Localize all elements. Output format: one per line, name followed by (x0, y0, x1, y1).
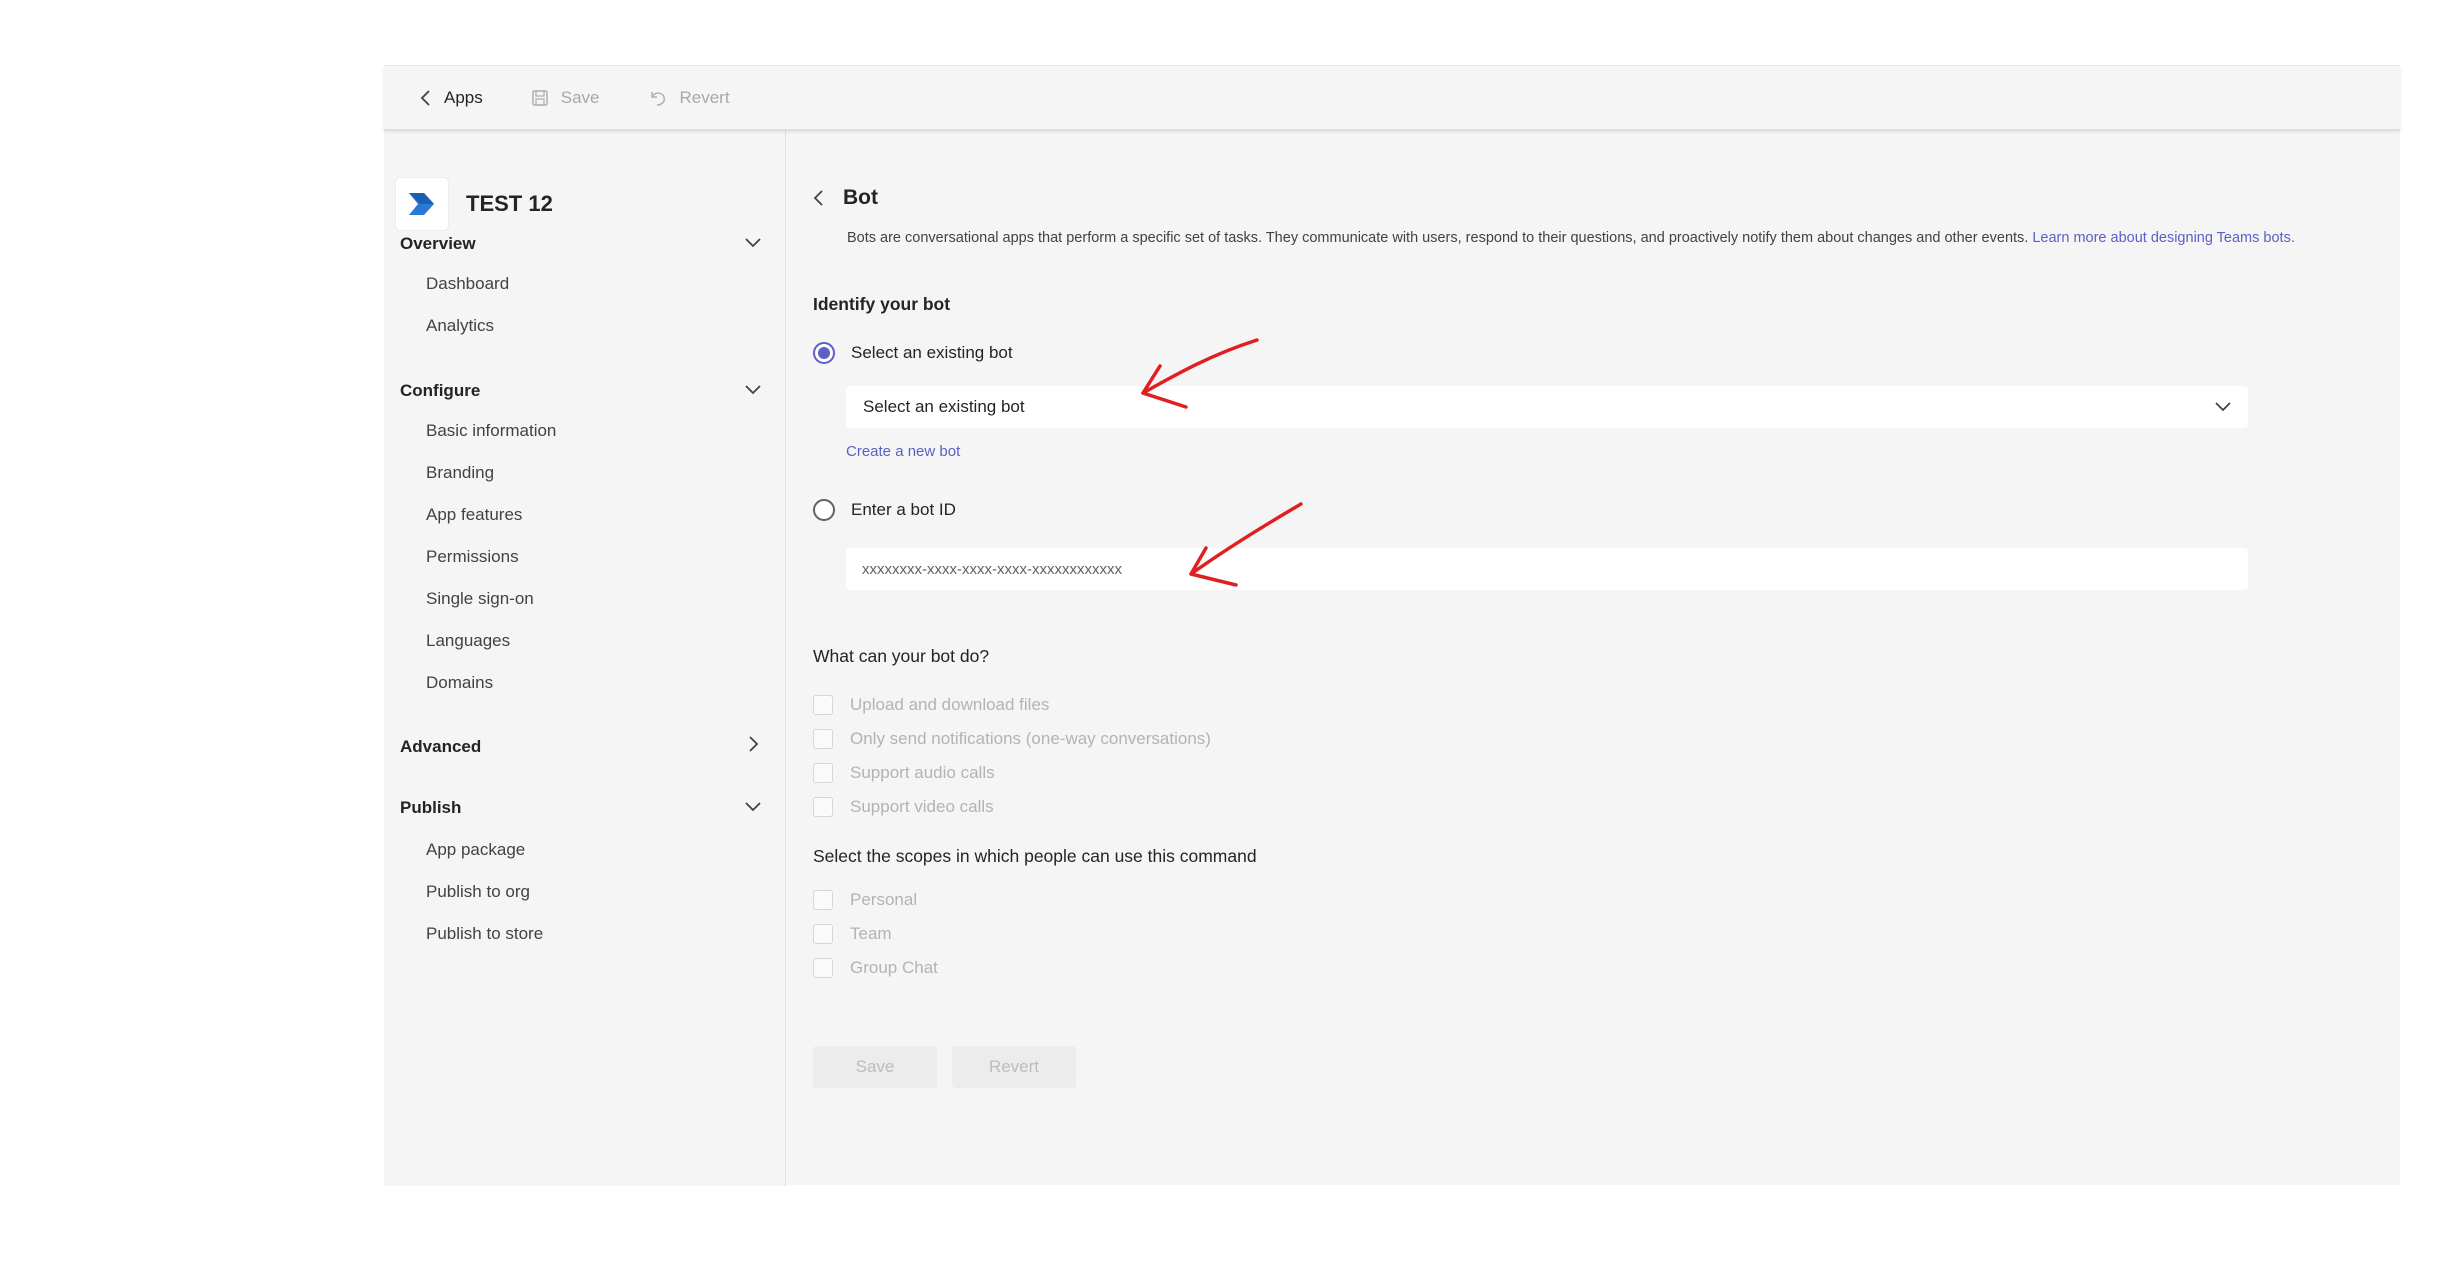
checkbox[interactable] (813, 695, 833, 715)
nav-section-overview[interactable]: Overview (400, 234, 762, 254)
nav-item-languages[interactable]: Languages (426, 631, 510, 651)
chevron-down-icon (2214, 401, 2232, 413)
nav-item-single-sign-on[interactable]: Single sign-on (426, 589, 534, 609)
back-to-apps-button[interactable]: Apps (420, 88, 483, 108)
scope-personal[interactable]: Personal (813, 890, 917, 910)
toolbar-revert-button[interactable]: Revert (648, 88, 730, 108)
radio-button-unchecked[interactable] (813, 499, 835, 521)
nav-section-label: Overview (400, 234, 476, 253)
capability-notifications-only[interactable]: Only send notifications (one-way convers… (813, 729, 1211, 749)
chevron-down-icon (744, 234, 762, 254)
scopes-label: Select the scopes in which people can us… (813, 846, 1257, 866)
back-label: Apps (444, 87, 483, 107)
checkbox-label: Team (850, 924, 892, 943)
checkbox[interactable] (813, 763, 833, 783)
radio-existing-bot[interactable]: Select an existing bot (813, 342, 1013, 364)
bot-header: Bot (813, 186, 878, 210)
app-logo (396, 178, 448, 230)
nav-section-advanced[interactable]: Advanced (400, 735, 762, 758)
checkbox[interactable] (813, 924, 833, 944)
toolbar-save-button[interactable]: Save (531, 88, 600, 108)
nav-section-label: Publish (400, 798, 462, 817)
developer-portal-window: Apps Save Revert TEST 12 Overview Dashbo… (384, 65, 2400, 1186)
page-title: Bot (843, 186, 878, 209)
radio-button-checked[interactable] (813, 342, 835, 364)
back-chevron-icon[interactable] (813, 189, 825, 207)
bot-settings-panel: Bot Bots are conversational apps that pe… (787, 130, 2400, 1186)
capability-video-calls[interactable]: Support video calls (813, 797, 994, 817)
nav-section-configure[interactable]: Configure (400, 381, 762, 401)
checkbox[interactable] (813, 729, 833, 749)
chevron-left-icon (420, 89, 432, 107)
capability-upload-files[interactable]: Upload and download files (813, 695, 1049, 715)
capabilities-label: What can your bot do? (813, 646, 990, 666)
top-toolbar: Apps Save Revert (384, 66, 2400, 130)
checkbox-label: Only send notifications (one-way convers… (850, 729, 1211, 748)
chevron-down-icon (744, 381, 762, 401)
left-navigation: TEST 12 Overview Dashboard Analytics Con… (384, 130, 786, 1186)
radio-enter-bot-id-label: Enter a bot ID (851, 500, 956, 519)
bot-id-input[interactable] (846, 548, 2248, 590)
nav-section-label: Advanced (400, 736, 482, 756)
app-name: TEST 12 (466, 191, 553, 216)
nav-section-label: Configure (400, 381, 481, 400)
identify-bot-label: Identify your bot (813, 294, 951, 314)
checkbox-label: Support video calls (850, 797, 994, 816)
create-new-bot-link[interactable]: Create a new bot (846, 443, 960, 460)
chevron-right-icon (744, 735, 762, 758)
learn-more-link[interactable]: Learn more about designing Teams bots. (2032, 230, 2295, 246)
radio-existing-bot-label: Select an existing bot (851, 343, 1013, 362)
checkbox-label: Group Chat (850, 958, 938, 977)
existing-bot-dropdown[interactable]: Select an existing bot (846, 386, 2248, 428)
save-button[interactable]: Save (813, 1046, 937, 1088)
chevron-down-icon (744, 798, 762, 818)
checkbox[interactable] (813, 958, 833, 978)
nav-item-permissions[interactable]: Permissions (426, 547, 519, 567)
nav-item-publish-to-store[interactable]: Publish to store (426, 924, 543, 944)
scope-team[interactable]: Team (813, 924, 892, 944)
app-header: TEST 12 (396, 178, 553, 230)
checkbox-label: Personal (850, 890, 918, 909)
nav-item-analytics[interactable]: Analytics (426, 316, 494, 336)
revert-button[interactable]: Revert (952, 1046, 1076, 1088)
toolbar-save-label: Save (560, 87, 600, 107)
radio-enter-bot-id[interactable]: Enter a bot ID (813, 499, 956, 521)
checkbox[interactable] (813, 797, 833, 817)
checkbox-label: Upload and download files (850, 695, 1050, 714)
dropdown-value: Select an existing bot (863, 397, 1025, 416)
checkbox[interactable] (813, 890, 833, 910)
nav-item-app-package[interactable]: App package (426, 840, 525, 860)
capability-audio-calls[interactable]: Support audio calls (813, 763, 995, 783)
nav-item-basic-information[interactable]: Basic information (426, 421, 556, 441)
checkbox-label: Support audio calls (850, 763, 995, 782)
bot-description-text: Bots are conversational apps that perfor… (847, 230, 2029, 246)
nav-section-publish[interactable]: Publish (400, 798, 762, 818)
nav-item-app-features[interactable]: App features (426, 505, 522, 525)
undo-icon (648, 88, 668, 108)
nav-item-branding[interactable]: Branding (426, 463, 494, 483)
scope-group-chat[interactable]: Group Chat (813, 958, 938, 978)
toolbar-revert-label: Revert (679, 87, 730, 107)
nav-item-domains[interactable]: Domains (426, 673, 493, 693)
save-icon (531, 89, 549, 107)
nav-item-publish-to-org[interactable]: Publish to org (426, 882, 530, 902)
nav-item-dashboard[interactable]: Dashboard (426, 274, 509, 294)
bot-description: Bots are conversational apps that perfor… (847, 230, 2295, 246)
